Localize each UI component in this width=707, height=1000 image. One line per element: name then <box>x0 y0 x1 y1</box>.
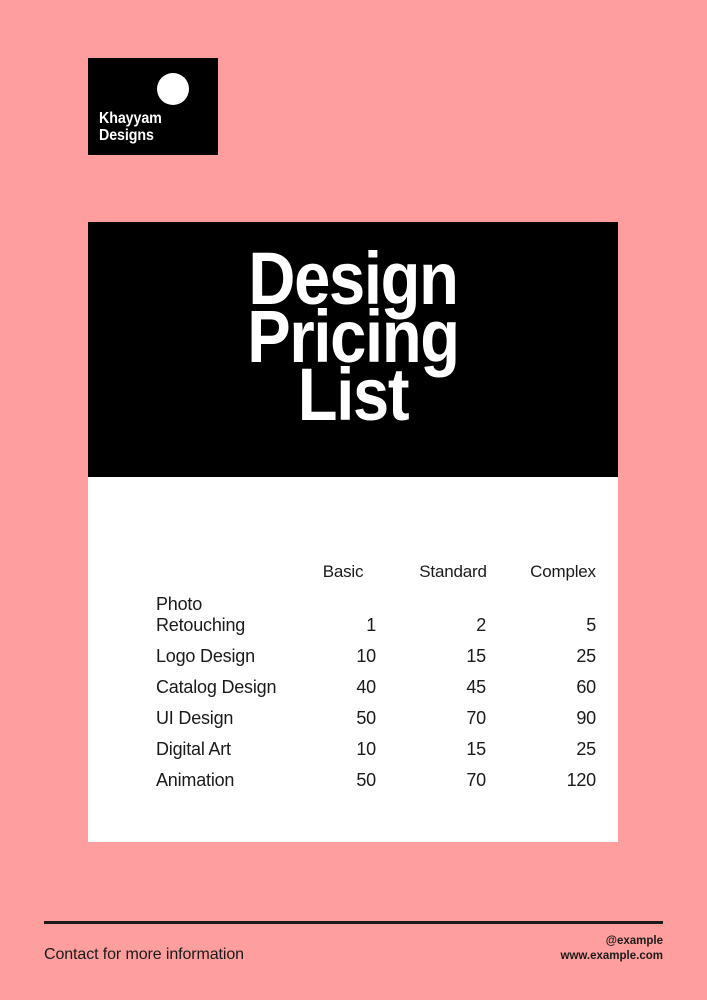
table-row: Catalog Design 40 45 60 <box>88 667 618 698</box>
footer-links: @example www.example.com <box>561 934 663 964</box>
price-basic: 10 <box>356 646 376 666</box>
title-panel: Design Pricing List <box>88 222 618 477</box>
price-standard: 15 <box>466 739 486 759</box>
page-title-line-3: List <box>297 353 410 436</box>
table-row: Digital Art 10 15 25 <box>88 729 618 760</box>
footer-contact-text: Contact for more information <box>44 946 244 963</box>
pricing-table-card: Basic Standard Complex Photo Retouching 1… <box>88 477 618 842</box>
price-standard: 45 <box>466 677 486 697</box>
price-complex: 60 <box>576 677 596 697</box>
footer-divider <box>44 921 663 924</box>
table-row: UI Design 50 70 90 <box>88 698 618 729</box>
column-header-service <box>88 477 288 588</box>
price-standard: 2 <box>476 615 486 635</box>
pricing-table-body: Photo Retouching 1 2 5 Logo Design 10 15 25 Cata… <box>88 588 618 791</box>
brand-name-line-2: Designs <box>99 127 154 144</box>
circle-mark-icon <box>157 73 189 105</box>
table-row: Animation 50 70 120 <box>88 760 618 791</box>
service-name: UI Design <box>156 708 234 728</box>
price-complex: 25 <box>576 739 596 759</box>
column-header-complex: Complex <box>530 562 596 581</box>
price-complex: 25 <box>576 646 596 666</box>
pricing-table-head: Basic Standard Complex <box>88 477 618 588</box>
price-basic: 1 <box>366 615 376 635</box>
price-complex: 90 <box>576 708 596 728</box>
pricing-table: Basic Standard Complex Photo Retouching 1… <box>88 477 618 791</box>
service-name: Animation <box>156 770 235 790</box>
price-basic: 50 <box>356 770 376 790</box>
service-name: Digital Art <box>156 739 231 759</box>
price-complex: 120 <box>566 770 597 790</box>
social-handle[interactable]: @example <box>561 934 663 949</box>
price-basic: 40 <box>356 677 376 697</box>
page-title: Design Pricing List <box>88 242 618 436</box>
table-row: Photo Retouching 1 2 5 <box>88 588 618 636</box>
brand-name-line-1: Khayyam <box>99 110 162 127</box>
service-name: Catalog Design <box>156 677 277 697</box>
price-standard: 70 <box>466 770 486 790</box>
website-url[interactable]: www.example.com <box>561 949 663 964</box>
brand-logo: Khayyam Designs <box>88 58 218 155</box>
price-standard: 15 <box>466 646 486 666</box>
table-row: Logo Design 10 15 25 <box>88 636 618 667</box>
price-complex: 5 <box>586 615 596 635</box>
service-name: Logo Design <box>156 646 255 666</box>
service-name: Photo Retouching <box>156 594 246 635</box>
brand-name: Khayyam Designs <box>99 110 162 144</box>
price-basic: 50 <box>356 708 376 728</box>
column-header-standard: Standard <box>419 562 487 581</box>
price-basic: 10 <box>356 739 376 759</box>
table-header-row: Basic Standard Complex <box>88 477 618 588</box>
column-header-basic: Basic <box>322 562 364 581</box>
price-standard: 70 <box>466 708 486 728</box>
